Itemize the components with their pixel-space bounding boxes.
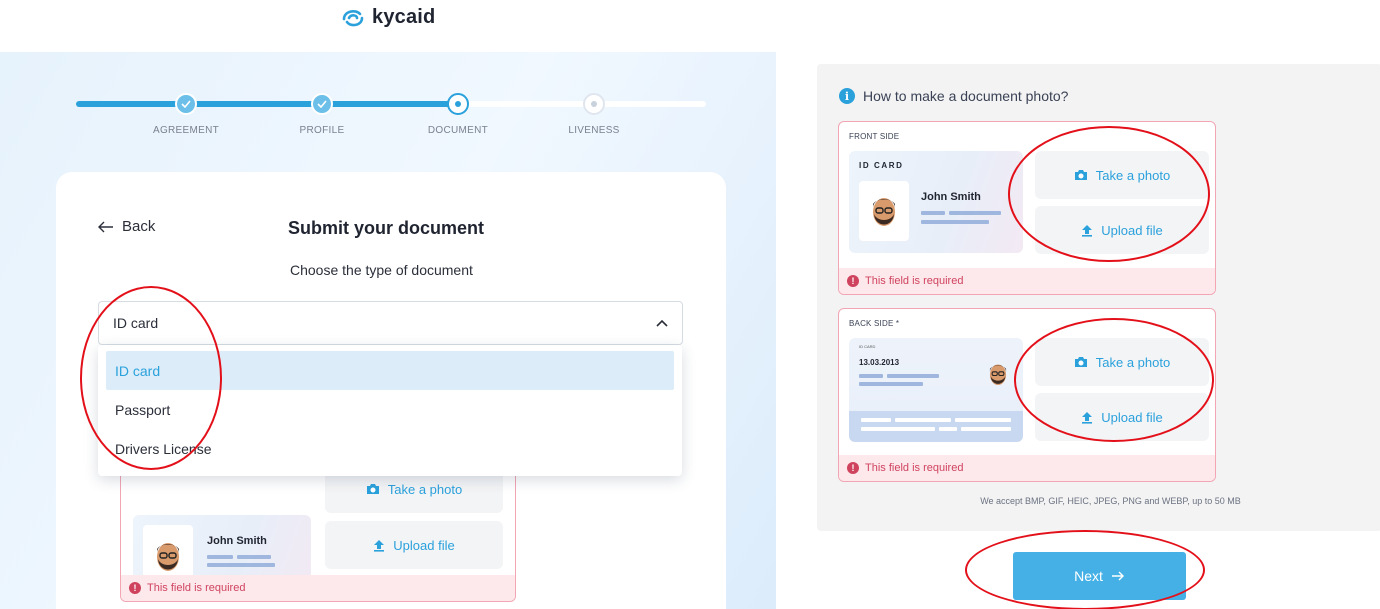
avatar-face-icon [157,543,179,571]
back-id-date: 13.03.2013 [859,358,900,367]
id-line [961,427,1011,431]
back-upload-file-button[interactable]: Upload file [1035,393,1209,441]
back-id-label: ID CARD [859,344,876,349]
step-label-document: DOCUMENT [427,125,489,136]
help-header: i How to make a document photo? [839,88,1068,104]
id-line [955,418,1011,422]
back-take-photo-button[interactable]: Take a photo [1035,338,1209,386]
help-panel: i How to make a document photo? FRONT SI… [817,64,1380,531]
front-side-upload-block: John Smith Take a photo Upload file ! Th… [120,462,516,602]
id-line [859,374,883,378]
upload-icon [374,539,385,552]
back-side-label: BACK SIDE * [849,319,900,328]
back-button[interactable]: Back [98,218,155,235]
error-text: This field is required [865,275,964,287]
upload-file-button[interactable]: Upload file [325,521,503,569]
id-line [895,418,951,422]
avatar-face-icon [873,198,895,226]
id-holder-name: John Smith [207,535,267,547]
upload-file-label: Upload file [1101,222,1163,238]
id-line [949,211,1001,215]
upload-file-label: Upload file [1101,409,1163,425]
kycaid-logo-icon [342,9,364,26]
id-card-label: ID CARD [859,161,904,170]
page-title: Submit your document [288,218,485,238]
id-line [939,427,957,431]
back-label: Back [122,218,156,235]
step-document-indicator [447,93,469,115]
error-icon: ! [847,275,859,287]
step-label-agreement: AGREEMENT [152,125,220,136]
avatar [859,181,909,241]
error-text: This field is required [865,462,964,474]
page-subtitle: Choose the type of document [290,262,473,278]
brand-name: kycaid [372,6,436,28]
take-photo-label: Take a photo [1095,354,1171,370]
document-type-select[interactable]: ID card [98,301,683,345]
error-icon: ! [847,462,859,474]
option-drivers-license[interactable]: Drivers License [106,429,674,468]
front-take-photo-button[interactable]: Take a photo [1035,151,1209,199]
step-label-liveness: LIVENESS [568,125,620,136]
front-side-block: FRONT SIDE ID CARD John Smith Take a pho… [838,121,1216,295]
front-field-error: ! This field is required [839,268,1215,294]
id-line [207,563,275,567]
kycaid-logo: kycaid [340,6,435,29]
step-agreement-check-icon [175,93,197,115]
front-side-label: FRONT SIDE [849,132,900,141]
step-label-profile: PROFILE [299,125,345,136]
id-line [861,427,935,431]
id-line [861,418,891,422]
option-passport[interactable]: Passport [106,390,674,429]
chevron-up-icon [656,319,668,327]
arrow-right-icon [1111,571,1124,581]
help-title: How to make a document photo? [863,88,1069,104]
id-line [887,374,939,378]
id-line [859,382,923,386]
option-id-card[interactable]: ID card [106,351,674,390]
error-icon: ! [129,582,141,594]
front-id-preview: ID CARD John Smith [849,151,1023,253]
error-text: This field is required [147,582,246,594]
id-line [207,555,233,559]
progress-stepper: AGREEMENT PROFILE DOCUMENT LIVENESS [76,92,706,152]
camera-icon [1074,357,1087,367]
id-line [237,555,271,559]
camera-icon [1074,170,1087,180]
back-id-preview: ID CARD 13.03.2013 [849,338,1023,442]
upload-icon [1082,224,1093,237]
front-id-holder-name: John Smith [921,191,981,203]
stepper-progress [76,101,456,107]
field-error: ! This field is required [121,575,515,601]
document-type-dropdown: ID card Passport Drivers License [98,345,682,476]
take-photo-label: Take a photo [1095,167,1171,183]
take-photo-label: Take a photo [387,481,463,497]
front-upload-file-button[interactable]: Upload file [1035,206,1209,254]
avatar [987,360,1009,393]
next-label: Next [1074,568,1103,584]
info-icon: i [839,88,855,104]
back-field-error: ! This field is required [839,455,1215,481]
step-liveness-indicator [583,93,605,115]
id-line [921,220,989,224]
id-line [921,211,945,215]
camera-icon [366,484,379,494]
back-side-block: BACK SIDE * ID CARD 13.03.2013 Take a ph… [838,308,1216,482]
upload-icon [1082,411,1093,424]
avatar-face-icon [989,364,1007,385]
step-profile-check-icon [311,93,333,115]
select-value: ID card [113,315,159,331]
accepted-formats-note: We accept BMP, GIF, HEIC, JPEG, PNG and … [980,496,1241,506]
upload-file-label: Upload file [393,537,455,553]
next-button[interactable]: Next [1013,552,1186,600]
arrow-left-icon [98,221,113,232]
